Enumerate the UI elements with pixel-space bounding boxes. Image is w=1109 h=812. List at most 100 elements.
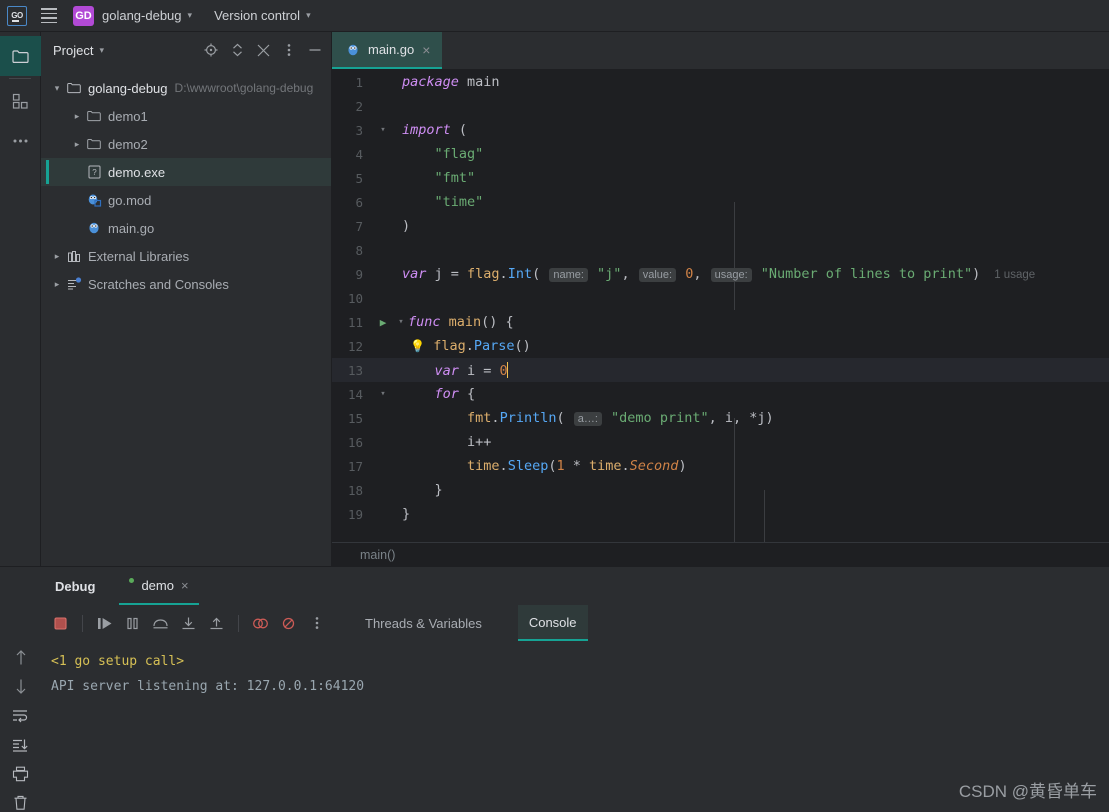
close-icon[interactable]: ×: [181, 578, 189, 593]
param-hint-value: value:: [639, 268, 676, 282]
line-number: 15: [332, 411, 372, 426]
toolbar-divider: [82, 615, 83, 632]
hide-panel-icon[interactable]: [308, 43, 322, 57]
tab-threads-and-variables[interactable]: Threads & Variables: [354, 605, 493, 641]
version-control-label[interactable]: Version control: [214, 8, 300, 23]
tree-label: Scratches and Consoles: [88, 277, 229, 292]
printer-icon: [12, 766, 29, 782]
chevron-right-icon[interactable]: ▸: [49, 251, 65, 262]
more-tool-windows-button[interactable]: [0, 121, 41, 161]
code-text: func main() {: [408, 314, 514, 330]
line-number: 12: [332, 339, 372, 354]
console-output[interactable]: <1 go setup call> API server listening a…: [41, 641, 1109, 812]
project-chevron-down-icon[interactable]: ▾: [188, 10, 193, 21]
tree-label: External Libraries: [88, 249, 189, 264]
code-line: 18 }: [332, 478, 1109, 502]
run-gutter-icon[interactable]: ▶: [372, 316, 394, 329]
line-number: 6: [332, 195, 372, 210]
unknown-file-icon: ?: [85, 165, 103, 179]
vertical-dots-icon: [315, 616, 319, 630]
scroll-to-end-button[interactable]: [11, 737, 31, 754]
scroll-to-end-icon: [12, 738, 29, 753]
code-text: "fmt": [394, 170, 475, 186]
chevron-down-icon[interactable]: ▾: [49, 83, 65, 94]
tree-node-scratches-and-consoles[interactable]: ▸ Scratches and Consoles: [41, 270, 331, 298]
chevron-right-icon[interactable]: ▸: [49, 279, 65, 290]
hamburger-menu-icon[interactable]: [41, 8, 57, 23]
code-line-active: 13 var i = 0: [332, 358, 1109, 382]
line-number: 2: [332, 99, 372, 114]
go-file-icon: [346, 43, 360, 57]
line-number: 13: [332, 363, 372, 378]
go-mod-icon: [85, 193, 103, 207]
view-breakpoints-button[interactable]: [248, 611, 273, 636]
project-options-icon[interactable]: [282, 43, 296, 57]
close-icon[interactable]: ×: [422, 43, 430, 57]
step-into-button[interactable]: [176, 611, 201, 636]
code-text: for {: [394, 386, 475, 402]
fold-chevron-down-icon[interactable]: ▾: [372, 389, 394, 399]
tree-node-demo2[interactable]: ▸ demo2: [41, 130, 331, 158]
fold-chevron-down-icon[interactable]: ▾: [394, 317, 408, 327]
stop-button[interactable]: [48, 611, 73, 636]
breakpoints-circles-icon: [252, 616, 269, 631]
left-tool-rail: [0, 32, 41, 566]
chevron-right-icon[interactable]: ▸: [69, 139, 85, 150]
tree-node-go-mod[interactable]: go.mod: [41, 186, 331, 214]
tree-node-demo1[interactable]: ▸ demo1: [41, 102, 331, 130]
debug-more-button[interactable]: [304, 611, 329, 636]
debug-session-tab-demo[interactable]: demo ×: [119, 567, 198, 605]
structure-tool-window-button[interactable]: [0, 81, 41, 121]
soft-wrap-button[interactable]: [11, 707, 31, 724]
code-text: import (: [394, 122, 467, 138]
mute-breakpoints-button[interactable]: [276, 611, 301, 636]
code-editor[interactable]: 1 package main 2 3▾ import ( 4 "flag" 5 …: [332, 70, 1109, 542]
version-control-chevron-down-icon[interactable]: ▾: [306, 10, 311, 21]
tree-node-main-go[interactable]: main.go: [41, 214, 331, 242]
go-logo-icon[interactable]: GO: [7, 6, 27, 26]
param-hint-name: name:: [549, 268, 588, 282]
editor-area: main.go × 1 package main 2 3▾ import (: [332, 32, 1109, 566]
stop-square-icon: [53, 616, 68, 631]
usage-inlay-hint[interactable]: 1 usage: [994, 269, 1035, 281]
code-line: 8: [332, 238, 1109, 262]
tab-console[interactable]: Console: [518, 605, 588, 641]
expand-collapse-icon[interactable]: [230, 43, 244, 57]
select-opened-file-icon[interactable]: [204, 43, 218, 57]
project-tool-window-button[interactable]: [0, 36, 41, 76]
line-number: 8: [332, 243, 372, 258]
line-number: 3: [332, 123, 372, 138]
console-side-toolbar: [0, 641, 41, 812]
debug-toolbar: Threads & Variables Console: [0, 605, 1109, 641]
scroll-up-button[interactable]: [11, 649, 31, 666]
line-number: 14: [332, 387, 372, 402]
code-line: 11▶▾ func main() {: [332, 310, 1109, 334]
clear-all-button[interactable]: [11, 795, 31, 812]
pause-button[interactable]: [120, 611, 145, 636]
tree-node-demo-exe[interactable]: ? demo.exe: [41, 158, 331, 186]
line-number: 11: [332, 315, 372, 330]
editor-tab-main-go[interactable]: main.go ×: [332, 32, 442, 69]
resume-button[interactable]: [92, 611, 117, 636]
project-name-label[interactable]: golang-debug: [102, 8, 182, 23]
line-number: 9: [332, 267, 372, 282]
code-line: 5 "fmt": [332, 166, 1109, 190]
rail-divider: [9, 78, 31, 79]
collapse-all-icon[interactable]: [256, 43, 270, 57]
code-line: 4 "flag": [332, 142, 1109, 166]
editor-tab-label: main.go: [368, 42, 414, 57]
lightbulb-icon[interactable]: 💡: [410, 339, 425, 353]
step-over-button[interactable]: [148, 611, 173, 636]
tree-node-external-libraries[interactable]: ▸ External Libraries: [41, 242, 331, 270]
code-text: 💡 flag.Parse(): [394, 338, 531, 354]
fold-chevron-down-icon[interactable]: ▾: [372, 125, 394, 135]
project-panel-chevron-down-icon[interactable]: ▾: [99, 45, 104, 56]
step-out-button[interactable]: [204, 611, 229, 636]
scroll-down-button[interactable]: [11, 678, 31, 695]
breadcrumb[interactable]: main(): [332, 542, 1109, 566]
code-line: 6 "time": [332, 190, 1109, 214]
line-number: 16: [332, 435, 372, 450]
print-button[interactable]: [11, 766, 31, 783]
tree-node-golang-debug[interactable]: ▾ golang-debug D:\wwwroot\golang-debug: [41, 74, 331, 102]
chevron-right-icon[interactable]: ▸: [69, 111, 85, 122]
